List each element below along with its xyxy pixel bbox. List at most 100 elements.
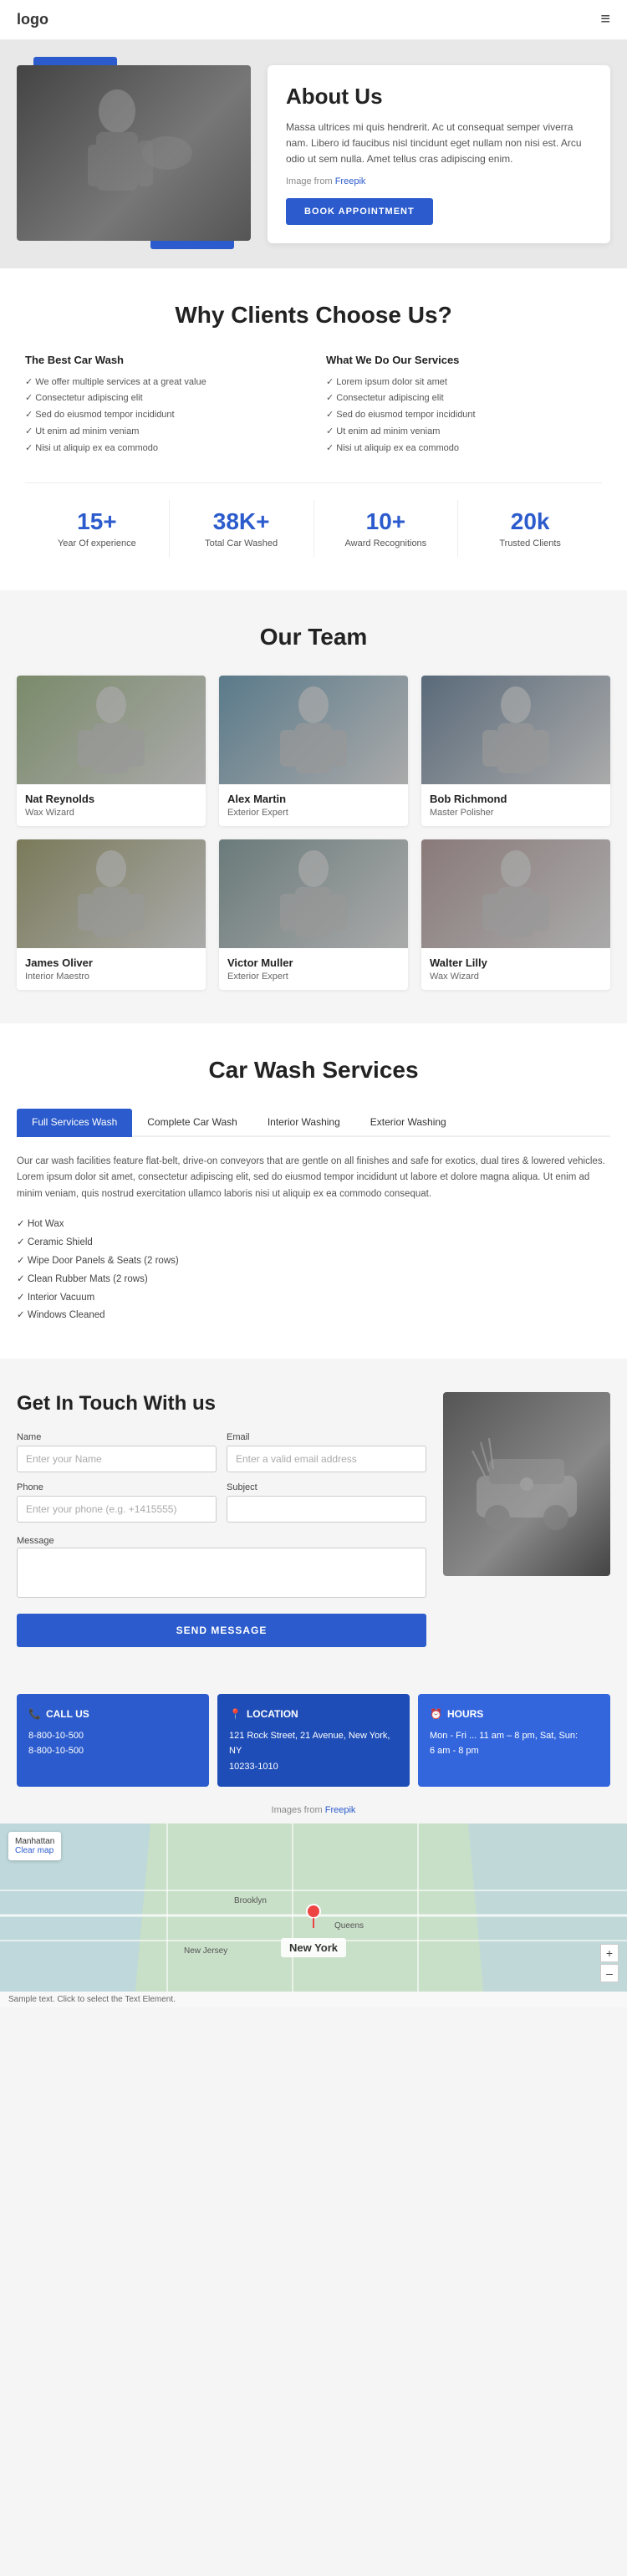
map-section: Brooklyn Queens New Jersey New York Manh… xyxy=(0,1824,627,2007)
team-member-role: Interior Maestro xyxy=(25,972,197,982)
team-member-role: Wax Wizard xyxy=(430,972,602,982)
phone-input[interactable] xyxy=(17,1496,217,1523)
service-tab-0[interactable]: Full Services Wash xyxy=(17,1109,132,1137)
team-card: Walter Lilly Wax Wizard xyxy=(421,839,610,990)
map-placeholder: Brooklyn Queens New Jersey New York Manh… xyxy=(0,1824,627,2007)
service-list: Hot WaxCeramic ShieldWipe Door Panels & … xyxy=(17,1216,610,1325)
info-card-line: Mon - Fri ... 11 am – 8 pm, Sat, Sun: xyxy=(430,1728,599,1744)
team-member-name: Victor Muller xyxy=(227,956,400,969)
team-member-role: Wax Wizard xyxy=(25,808,197,818)
why-col2-item: Ut enim ad minim veniam xyxy=(326,424,602,441)
message-textarea[interactable] xyxy=(17,1548,426,1598)
stat-item: 10+ Award Recognitions xyxy=(314,500,459,557)
contact-section: Get In Touch With us Name Email Phone Su… xyxy=(0,1359,627,1681)
team-info: Nat Reynolds Wax Wizard xyxy=(17,784,206,826)
info-card-line: 8-800-10-500 xyxy=(28,1728,197,1744)
images-freepik-link[interactable]: Freepik xyxy=(325,1805,356,1815)
contact-form-wrapper: Get In Touch With us Name Email Phone Su… xyxy=(17,1392,426,1647)
stat-number: 15+ xyxy=(33,508,161,535)
stat-label: Year Of experience xyxy=(33,538,161,548)
about-title: About Us xyxy=(286,84,592,110)
send-message-button[interactable]: SEND MESSAGE xyxy=(17,1614,426,1647)
why-col1-list: We offer multiple services at a great va… xyxy=(25,375,301,457)
team-member-name: James Oliver xyxy=(25,956,197,969)
stat-label: Trusted Clients xyxy=(466,538,594,548)
subject-input[interactable] xyxy=(227,1496,426,1523)
why-col1-item: Consectetur adipiscing elit xyxy=(25,390,301,407)
hours-icon: ⏰ xyxy=(430,1706,442,1722)
team-info: Alex Martin Exterior Expert xyxy=(219,784,408,826)
service-list-item: Interior Vacuum xyxy=(17,1289,610,1308)
team-card: Bob Richmond Master Polisher xyxy=(421,676,610,826)
service-tab-1[interactable]: Complete Car Wash xyxy=(132,1109,252,1137)
team-photo xyxy=(421,676,610,784)
services-tabs: Full Services WashComplete Car WashInter… xyxy=(17,1109,610,1137)
hero-image xyxy=(17,65,251,241)
info-card-title: ⏰ HOURS xyxy=(430,1706,599,1722)
why-col2-item: Lorem ipsum dolor sit amet xyxy=(326,375,602,391)
map-zoom-out-button[interactable]: – xyxy=(600,1964,619,1982)
book-appointment-button[interactable]: BOOK APPOINTMENT xyxy=(286,198,433,225)
team-info: James Oliver Interior Maestro xyxy=(17,948,206,990)
email-input[interactable] xyxy=(227,1446,426,1472)
hamburger-menu-icon[interactable]: ≡ xyxy=(600,10,610,29)
service-list-item: Clean Rubber Mats (2 rows) xyxy=(17,1271,610,1289)
phone-label: Phone xyxy=(17,1482,217,1492)
team-card: Alex Martin Exterior Expert xyxy=(219,676,408,826)
stat-number: 38K+ xyxy=(178,508,305,535)
service-tab-2[interactable]: Interior Washing xyxy=(252,1109,355,1137)
info-card-title: 📍 LOCATION xyxy=(229,1706,398,1722)
info-card-line: 121 Rock Street, 21 Avenue, New York, NY xyxy=(229,1728,398,1759)
hero-image-wrapper xyxy=(17,65,251,241)
info-card-line: 10233-1010 xyxy=(229,1759,398,1775)
why-col1-item: Ut enim ad minim veniam xyxy=(25,424,301,441)
name-label: Name xyxy=(17,1432,217,1442)
why-col1-item: Sed do eiusmod tempor incididunt xyxy=(25,407,301,424)
stat-number: 20k xyxy=(466,508,594,535)
why-col2-title: What We Do Our Services xyxy=(326,354,602,366)
team-grid: Nat Reynolds Wax Wizard Alex Martin Exte… xyxy=(17,676,610,990)
email-label: Email xyxy=(227,1432,426,1442)
info-card: ⏰ HOURS Mon - Fri ... 11 am – 8 pm, Sat,… xyxy=(418,1694,610,1786)
why-col2-item: Consectetur adipiscing elit xyxy=(326,390,602,407)
service-tab-3[interactable]: Exterior Washing xyxy=(355,1109,461,1137)
team-photo xyxy=(219,839,408,948)
location-icon: 📍 xyxy=(229,1706,242,1722)
about-text: Massa ultrices mi quis hendrerit. Ac ut … xyxy=(286,120,592,168)
stats-row: 15+ Year Of experience 38K+ Total Car Wa… xyxy=(25,482,602,557)
map-small-card: Manhattan Clear map xyxy=(8,1832,61,1860)
team-member-name: Nat Reynolds xyxy=(25,793,197,805)
team-card: Nat Reynolds Wax Wizard xyxy=(17,676,206,826)
images-from: Images from Freepik xyxy=(0,1800,627,1824)
subject-field-group: Subject xyxy=(227,1482,426,1523)
why-col2-list: Lorem ipsum dolor sit ametConsectetur ad… xyxy=(326,375,602,457)
freepik-link[interactable]: Freepik xyxy=(335,176,366,186)
team-member-name: Bob Richmond xyxy=(430,793,602,805)
team-photo xyxy=(17,839,206,948)
why-col-1: The Best Car Wash We offer multiple serv… xyxy=(25,354,301,457)
why-col2-item: Sed do eiusmod tempor incididunt xyxy=(326,407,602,424)
info-cards: 📞 CALL US 8-800-10-5008-800-10-500 📍 LOC… xyxy=(0,1681,627,1799)
info-card-title: 📞 CALL US xyxy=(28,1706,197,1722)
team-info: Victor Muller Exterior Expert xyxy=(219,948,408,990)
team-photo xyxy=(17,676,206,784)
team-member-role: Master Polisher xyxy=(430,808,602,818)
svg-text:Queens: Queens xyxy=(334,1921,364,1931)
team-photo xyxy=(421,839,610,948)
team-photo xyxy=(219,676,408,784)
service-list-item: Hot Wax xyxy=(17,1216,610,1234)
team-member-name: Walter Lilly xyxy=(430,956,602,969)
team-member-name: Alex Martin xyxy=(227,793,400,805)
why-col1-item: Nisi ut aliquip ex ea commodo xyxy=(25,441,301,457)
name-input[interactable] xyxy=(17,1446,217,1472)
team-card: James Oliver Interior Maestro xyxy=(17,839,206,990)
team-info: Walter Lilly Wax Wizard xyxy=(421,948,610,990)
image-from-credit: Image from Freepik xyxy=(286,176,592,186)
svg-text:New Jersey: New Jersey xyxy=(184,1946,227,1956)
team-card: Victor Muller Exterior Expert xyxy=(219,839,408,990)
team-section: Our Team Nat Reynolds Wax Wizard Alex Ma… xyxy=(0,590,627,1023)
map-zoom-in-button[interactable]: + xyxy=(600,1944,619,1962)
header: logo ≡ xyxy=(0,0,627,40)
team-info: Bob Richmond Master Polisher xyxy=(421,784,610,826)
map-location-label: New York xyxy=(281,1938,346,1957)
